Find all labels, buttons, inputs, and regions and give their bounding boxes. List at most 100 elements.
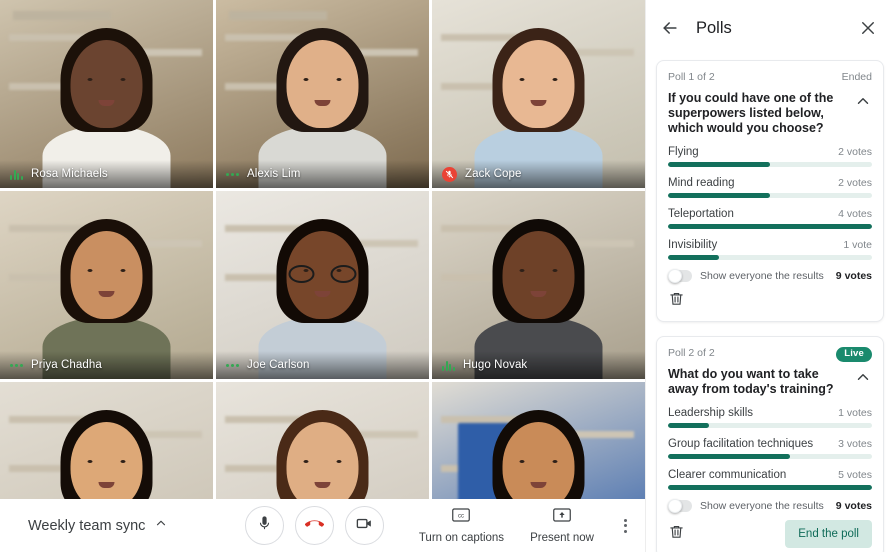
poll-option-bar-fill (668, 485, 872, 490)
participant-grid: Rosa Michaels Alexis Lim Zack Cope Priya Ch… (0, 0, 645, 552)
participant-name-bar: Priya Chadha (0, 351, 213, 379)
participant-tile[interactable]: Alexis Lim (216, 0, 429, 188)
captions-label: Turn on captions (418, 531, 505, 544)
poll-option-bar-track (668, 454, 872, 459)
microphone-button[interactable] (245, 506, 284, 545)
participant-tile[interactable]: Priya Chadha (0, 191, 213, 379)
show-results-label: Show everyone the results (700, 270, 824, 282)
video-stage: Rosa Michaels Alexis Lim Zack Cope Priya Ch… (0, 0, 645, 552)
polls-list[interactable]: Poll 1 of 2 Ended If you could have one of… (646, 56, 894, 552)
poll-option-bar-fill (668, 454, 791, 459)
poll-card[interactable]: Poll 1 of 2 Ended If you could have one of… (656, 60, 884, 322)
secondary-controls: cc Turn on captions Present now (418, 507, 645, 544)
more-options-icon[interactable] (620, 515, 631, 537)
poll-option-bar-fill (668, 224, 872, 229)
poll-option-label: Clearer communication (668, 469, 787, 481)
microphone-muted-icon (442, 166, 457, 182)
call-controls (245, 506, 384, 545)
meeting-control-bar: Weekly team sync cc Turn on captions Pre… (0, 499, 645, 552)
poll-option-bar-track (668, 193, 872, 198)
poll-option-label: Invisibility (668, 239, 718, 251)
show-results-toggle[interactable] (668, 499, 692, 513)
participant-name: Rosa Michaels (31, 168, 108, 180)
camera-button[interactable] (345, 506, 384, 545)
poll-question: What do you want to take away from today… (668, 367, 834, 396)
participant-tile[interactable]: Hugo Novak (432, 191, 645, 379)
poll-option[interactable]: Flying 2 votes (668, 146, 872, 167)
poll-option-label: Teleportation (668, 208, 734, 220)
end-call-phone-icon (304, 514, 325, 538)
status-badge: Live (836, 347, 872, 362)
poll-options-list: Flying 2 votes Mind reading 2 votes Teleport… (668, 146, 872, 260)
participant-name-bar: Zack Cope (432, 160, 645, 188)
closed-captions-icon: cc (452, 507, 471, 527)
poll-option[interactable]: Leadership skills 1 votes (668, 407, 872, 428)
status-badge: Ended (841, 71, 872, 83)
poll-index-label: Poll 2 of 2 (668, 347, 715, 359)
svg-text:cc: cc (458, 513, 464, 519)
participant-name: Priya Chadha (31, 359, 102, 371)
participant-name-bar: Alexis Lim (216, 160, 429, 188)
participant-tile[interactable]: Rosa Michaels (0, 0, 213, 188)
chevron-up-icon[interactable] (854, 92, 872, 110)
poll-option-bar-track (668, 162, 872, 167)
poll-index-label: Poll 1 of 2 (668, 71, 715, 83)
poll-option-votes: 1 votes (838, 407, 872, 419)
audio-dots-icon (226, 172, 239, 176)
poll-option-bar-fill (668, 162, 770, 167)
end-call-button[interactable] (295, 506, 334, 545)
poll-option-label: Flying (668, 146, 699, 158)
close-icon[interactable] (856, 16, 880, 40)
present-screen-icon (553, 507, 571, 527)
poll-option-bar-fill (668, 423, 709, 428)
poll-option-bar-track (668, 485, 872, 490)
poll-options-list: Leadership skills 1 votes Group facilitati… (668, 407, 872, 490)
participant-name: Zack Cope (465, 168, 522, 180)
present-label: Present now (530, 531, 594, 544)
show-results-toggle[interactable] (668, 269, 692, 283)
poll-card[interactable]: Poll 2 of 2 Live What do you want to take … (656, 336, 884, 552)
poll-option-bar-fill (668, 255, 719, 260)
participant-name-bar: Hugo Novak (432, 351, 645, 379)
poll-question: If you could have one of the superpowers… (668, 91, 834, 135)
participant-tile[interactable]: Zack Cope (432, 0, 645, 188)
end-poll-button[interactable]: End the poll (785, 520, 872, 548)
participant-name: Joe Carlson (247, 359, 310, 371)
audio-dots-icon (10, 363, 23, 367)
poll-option-votes: 3 votes (838, 438, 872, 450)
total-votes: 9 votes (835, 270, 872, 282)
poll-option[interactable]: Teleportation 4 votes (668, 208, 872, 229)
poll-option-bar-track (668, 423, 872, 428)
participant-tile[interactable]: Joe Carlson (216, 191, 429, 379)
poll-option-label: Mind reading (668, 177, 735, 189)
show-results-label: Show everyone the results (700, 500, 824, 512)
back-arrow-icon[interactable] (658, 16, 682, 40)
audio-level-icon (10, 169, 23, 180)
polls-panel-header: Polls (646, 0, 894, 56)
meeting-title-group[interactable]: Weekly team sync (0, 516, 245, 535)
captions-button[interactable]: cc Turn on captions (418, 507, 505, 544)
poll-option-votes: 5 votes (838, 469, 872, 481)
polls-panel: Polls Poll 1 of 2 Ended If you could have … (645, 0, 894, 552)
video-camera-icon (355, 514, 374, 538)
chevron-up-icon[interactable] (854, 368, 872, 386)
participant-name: Alexis Lim (247, 168, 301, 180)
poll-option-label: Leadership skills (668, 407, 754, 419)
trash-icon[interactable] (668, 523, 685, 545)
present-button[interactable]: Present now (530, 507, 594, 544)
poll-option[interactable]: Clearer communication 5 votes (668, 469, 872, 490)
poll-option[interactable]: Group facilitation techniques 3 votes (668, 438, 872, 459)
poll-option[interactable]: Invisibility 1 vote (668, 239, 872, 260)
participant-name-bar: Joe Carlson (216, 351, 429, 379)
poll-option-label: Group facilitation techniques (668, 438, 814, 450)
poll-option-bar-track (668, 255, 872, 260)
poll-option[interactable]: Mind reading 2 votes (668, 177, 872, 198)
total-votes: 9 votes (835, 500, 872, 512)
audio-level-icon (442, 360, 455, 371)
participant-name: Hugo Novak (463, 359, 528, 371)
microphone-icon (256, 515, 273, 537)
trash-icon[interactable] (668, 290, 685, 312)
poll-option-bar-fill (668, 193, 770, 198)
chevron-up-icon[interactable] (154, 516, 168, 535)
poll-option-bar-track (668, 224, 872, 229)
